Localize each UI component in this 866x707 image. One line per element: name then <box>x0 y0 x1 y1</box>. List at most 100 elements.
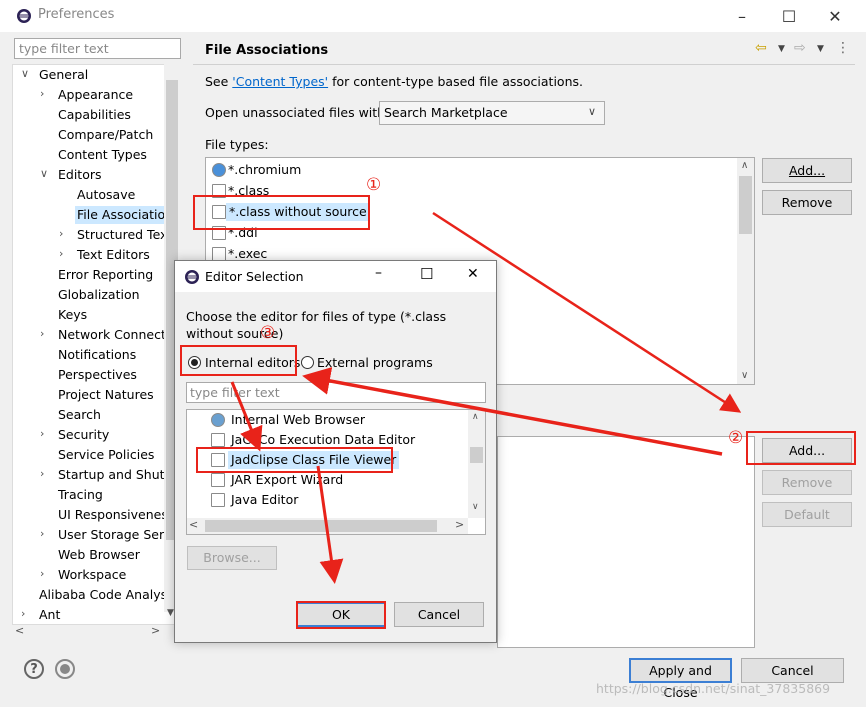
browse-button[interactable]: Browse... <box>187 546 277 570</box>
chevron-right-icon[interactable]: › <box>21 607 25 620</box>
chevron-right-icon[interactable]: › <box>40 87 44 100</box>
tree-item[interactable]: Network Connections <box>58 326 179 344</box>
scroll-up-icon[interactable]: ∧ <box>741 160 748 171</box>
remove-file-type-button[interactable]: Remove <box>762 190 852 215</box>
tree-item[interactable]: Web Browser <box>58 546 140 564</box>
forward-arrow-icon[interactable]: ⇨ <box>794 40 806 56</box>
editor-list-item[interactable]: JAR Export Wizard <box>231 471 343 489</box>
annotation-number-2: ② <box>728 428 744 448</box>
tree-item[interactable]: UI Responsiveness <box>58 506 174 524</box>
tree-item[interactable]: Tracing <box>58 486 103 504</box>
tree-item[interactable]: Startup and Shutdown <box>58 466 179 484</box>
dialog-prompt: Choose the editor for files of type (*.c… <box>186 309 447 341</box>
content-types-link[interactable]: 'Content Types' <box>232 74 328 89</box>
editor-icon <box>211 493 225 507</box>
default-editor-button[interactable]: Default <box>762 502 852 527</box>
editor-list-scroll-thumb[interactable] <box>470 447 483 463</box>
external-programs-radio[interactable] <box>301 356 314 369</box>
close-icon[interactable]: ✕ <box>467 266 479 282</box>
page-title: File Associations <box>205 43 329 58</box>
tree-item[interactable]: Project Natures <box>58 386 154 404</box>
annotation-box-jadclipse <box>196 447 393 473</box>
editor-icon <box>211 473 225 487</box>
back-arrow-icon[interactable]: ⇦ <box>755 40 767 56</box>
tree-item[interactable]: Ant <box>39 606 60 624</box>
minimize-icon[interactable]: – <box>375 265 382 281</box>
annotation-number-3: ③ <box>260 323 276 343</box>
tree-item[interactable]: Security <box>58 426 109 444</box>
record-icon[interactable] <box>55 659 75 679</box>
tree-item[interactable]: Workspace <box>58 566 126 584</box>
chevron-down-icon[interactable]: ∨ <box>40 167 48 180</box>
open-unassociated-label: Open unassociated files with: <box>205 105 390 120</box>
filter-input[interactable]: type filter text <box>14 38 181 59</box>
scroll-right-icon[interactable]: > <box>151 624 160 637</box>
editor-list-item[interactable]: Java Editor <box>231 491 298 509</box>
scroll-left-icon[interactable]: < <box>189 518 198 531</box>
chevron-right-icon[interactable]: › <box>40 567 44 580</box>
dialog-filter-input[interactable]: type filter text <box>186 382 486 403</box>
watermark: https://blog.csdn.net/sinat_37835869 <box>596 681 831 696</box>
annotation-box-file-type <box>193 195 370 230</box>
tree-item[interactable]: Search <box>58 406 101 424</box>
tree-item[interactable]: Structured Text <box>77 226 172 244</box>
remove-editor-button[interactable]: Remove <box>762 470 852 495</box>
eclipse-icon <box>17 9 31 23</box>
tree-item[interactable]: Appearance <box>58 86 133 104</box>
file-types-scroll-thumb[interactable] <box>739 176 752 234</box>
associated-editors-list[interactable] <box>497 436 755 648</box>
tree-item[interactable]: Notifications <box>58 346 136 364</box>
tree-item[interactable]: Autosave <box>77 186 135 204</box>
external-programs-label[interactable]: External programs <box>317 355 433 370</box>
scroll-down-icon[interactable]: ∨ <box>472 502 479 512</box>
tree-item[interactable]: Editors <box>58 166 102 184</box>
preferences-tree[interactable]: ∨ General › Appearance Capabilities Compare/P… <box>12 64 180 626</box>
scroll-right-icon[interactable]: > <box>455 518 464 531</box>
divider <box>193 64 855 65</box>
tree-item[interactable]: Content Types <box>58 146 147 164</box>
tree-item[interactable]: Perspectives <box>58 366 137 384</box>
dialog-cancel-button[interactable]: Cancel <box>394 602 484 627</box>
maximize-icon[interactable]: ☐ <box>420 265 433 283</box>
chevron-down-icon[interactable]: ∨ <box>21 67 29 80</box>
annotation-box-ok <box>296 601 386 629</box>
tree-item[interactable]: Service Policies <box>58 446 154 464</box>
view-menu-icon[interactable]: ⋮ <box>836 40 850 56</box>
help-icon[interactable]: ? <box>24 659 44 679</box>
apply-and-close-button[interactable]: Apply and Close <box>629 658 732 700</box>
file-type-item[interactable]: *.chromium <box>228 161 301 179</box>
cancel-button[interactable]: Cancel <box>741 658 844 683</box>
scroll-up-icon[interactable]: ∧ <box>472 412 479 422</box>
tree-item[interactable]: Globalization <box>58 286 140 304</box>
scroll-down-icon[interactable]: ▼ <box>167 608 174 618</box>
chevron-right-icon[interactable]: › <box>40 527 44 540</box>
tree-item[interactable]: Alibaba Code Analysis <box>39 586 177 604</box>
chevron-right-icon[interactable]: › <box>59 227 63 240</box>
tree-item[interactable]: Text Editors <box>77 246 150 264</box>
tree-item[interactable]: Error Reporting <box>58 266 153 284</box>
open-unassociated-select[interactable]: Search Marketplace <box>379 101 605 125</box>
tree-item[interactable]: Compare/Patch <box>58 126 153 144</box>
minimize-icon[interactable]: – <box>730 4 754 28</box>
chevron-right-icon[interactable]: › <box>40 467 44 480</box>
editor-icon <box>211 433 225 447</box>
back-menu-icon[interactable]: ▼ <box>778 44 785 54</box>
close-icon[interactable]: ✕ <box>823 4 847 28</box>
annotation-box-add <box>746 431 856 465</box>
scroll-down-icon[interactable]: ∨ <box>741 370 748 381</box>
editor-list-item[interactable]: Internal Web Browser <box>231 411 365 429</box>
chevron-right-icon[interactable]: › <box>40 327 44 340</box>
tree-item[interactable]: Capabilities <box>58 106 131 124</box>
tree-item[interactable]: General <box>39 66 88 84</box>
scroll-left-icon[interactable]: < <box>15 624 24 637</box>
tree-item[interactable]: User Storage Service <box>58 526 179 544</box>
tree-item[interactable]: Keys <box>58 306 87 324</box>
add-file-type-button[interactable]: Add... <box>762 158 852 183</box>
chevron-right-icon[interactable]: › <box>40 427 44 440</box>
chevron-right-icon[interactable]: › <box>59 247 63 260</box>
window-title: Preferences <box>38 7 115 22</box>
annotation-box-internal <box>180 345 297 376</box>
editor-list-hscroll-thumb[interactable] <box>205 520 437 532</box>
maximize-icon[interactable]: ☐ <box>777 4 801 28</box>
forward-menu-icon[interactable]: ▼ <box>817 44 824 54</box>
